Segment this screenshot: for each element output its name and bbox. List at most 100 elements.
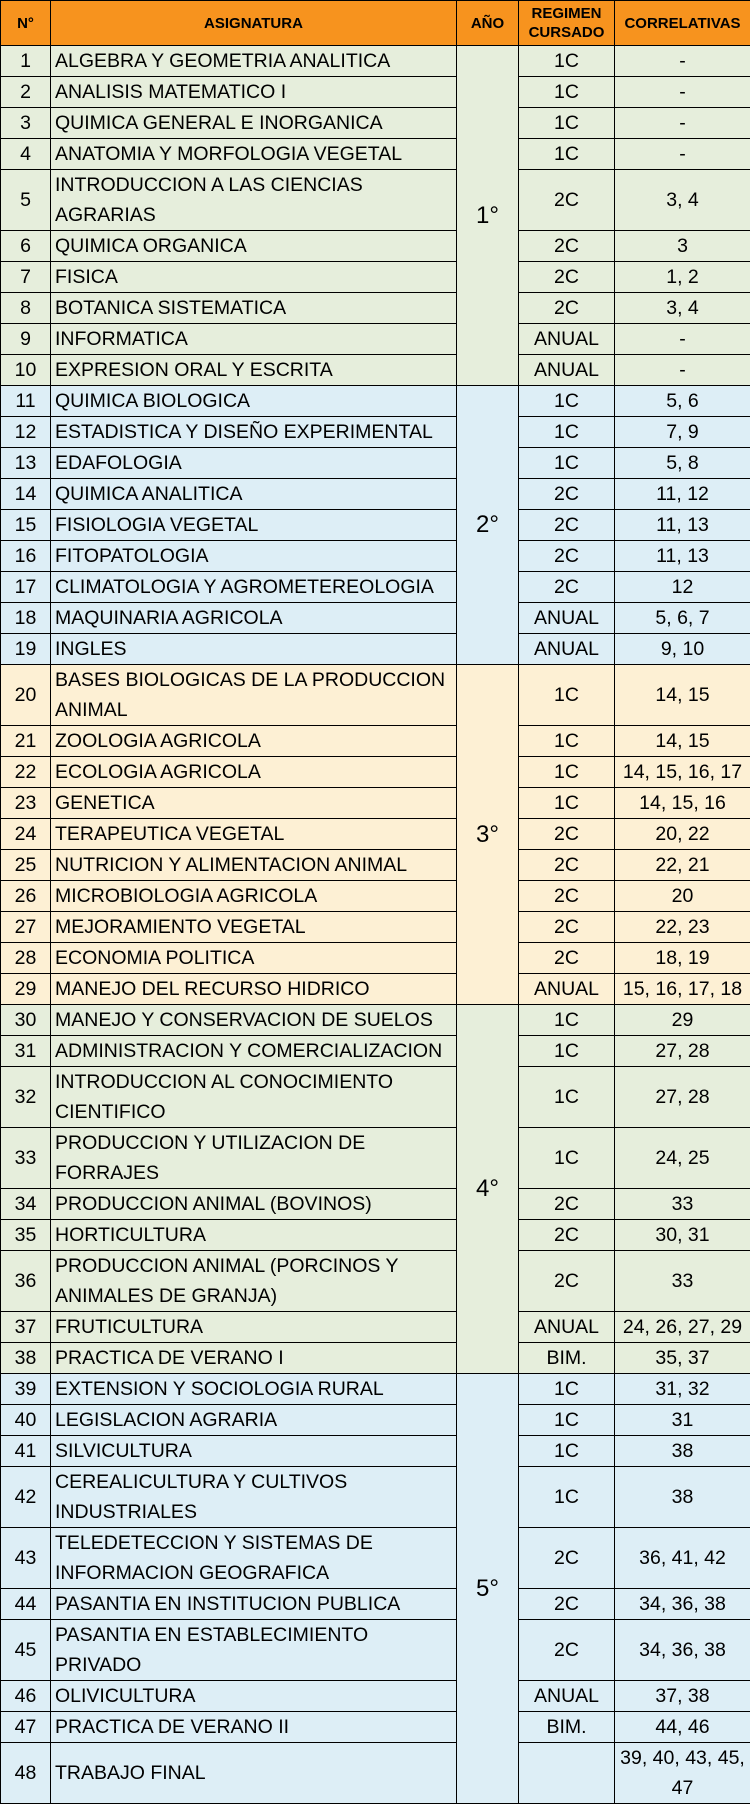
subject-number: 39 <box>1 1374 51 1405</box>
regimen-cursado: 1C <box>519 1067 615 1128</box>
table-row: 3QUIMICA GENERAL E INORGANICA1C- <box>1 108 750 139</box>
subject-number: 9 <box>1 324 51 355</box>
regimen-cursado: 1C <box>519 139 615 170</box>
header-numero: N° <box>1 1 51 46</box>
regimen-cursado: ANUAL <box>519 355 615 386</box>
regimen-cursado: 1C <box>519 1436 615 1467</box>
subject-name: INTRODUCCION AL CONOCIMIENTO CIENTIFICO <box>51 1067 457 1128</box>
correlativas: 38 <box>615 1467 750 1528</box>
subject-number: 34 <box>1 1189 51 1220</box>
table-row: 9INFORMATICAANUAL- <box>1 324 750 355</box>
subject-name: INTRODUCCION A LAS CIENCIAS AGRARIAS <box>51 170 457 231</box>
regimen-cursado: 1C <box>519 417 615 448</box>
correlativas: - <box>615 108 750 139</box>
correlativas: 20, 22 <box>615 819 750 850</box>
table-row: 43TELEDETECCION Y SISTEMAS DE INFORMACIO… <box>1 1528 750 1589</box>
table-row: 27MEJORAMIENTO VEGETAL2C22, 23 <box>1 912 750 943</box>
correlativas: 3 <box>615 231 750 262</box>
regimen-cursado: 2C <box>519 881 615 912</box>
table-row: 29MANEJO DEL RECURSO HIDRICOANUAL15, 16,… <box>1 974 750 1005</box>
subject-number: 30 <box>1 1005 51 1036</box>
table-row: 20BASES BIOLOGICAS DE LA PRODUCCION ANIM… <box>1 665 750 726</box>
regimen-cursado: 2C <box>519 1620 615 1681</box>
subject-number: 19 <box>1 634 51 665</box>
correlativas: 44, 46 <box>615 1712 750 1743</box>
subject-number: 11 <box>1 386 51 417</box>
table-row: 37FRUTICULTURAANUAL24, 26, 27, 29 <box>1 1312 750 1343</box>
subject-number: 33 <box>1 1128 51 1189</box>
subject-name: FITOPATOLOGIA <box>51 541 457 572</box>
subject-number: 22 <box>1 757 51 788</box>
table-row: 40LEGISLACION AGRARIA1C31 <box>1 1405 750 1436</box>
correlativas: - <box>615 324 750 355</box>
subject-name: INGLES <box>51 634 457 665</box>
table-row: 12ESTADISTICA Y DISEÑO EXPERIMENTAL1C7, … <box>1 417 750 448</box>
subject-name: PRACTICA DE VERANO I <box>51 1343 457 1374</box>
subject-number: 26 <box>1 881 51 912</box>
table-row: 5INTRODUCCION A LAS CIENCIAS AGRARIAS2C3… <box>1 170 750 231</box>
table-row: 1ALGEBRA Y GEOMETRIA ANALITICA1°1C- <box>1 46 750 77</box>
subject-number: 14 <box>1 479 51 510</box>
correlativas: 22, 21 <box>615 850 750 881</box>
regimen-cursado: BIM. <box>519 1343 615 1374</box>
subject-name: PRODUCCION ANIMAL (BOVINOS) <box>51 1189 457 1220</box>
subject-name: MANEJO DEL RECURSO HIDRICO <box>51 974 457 1005</box>
subject-number: 10 <box>1 355 51 386</box>
subject-number: 13 <box>1 448 51 479</box>
correlativas: 9, 10 <box>615 634 750 665</box>
regimen-cursado: 1C <box>519 1405 615 1436</box>
table-row: 24TERAPEUTICA VEGETAL2C20, 22 <box>1 819 750 850</box>
correlativas: 36, 41, 42 <box>615 1528 750 1589</box>
regimen-cursado: 2C <box>519 1589 615 1620</box>
subject-name: QUIMICA ORGANICA <box>51 231 457 262</box>
subject-name: GENETICA <box>51 788 457 819</box>
subject-number: 1 <box>1 46 51 77</box>
subject-number: 42 <box>1 1467 51 1528</box>
subject-name: ESTADISTICA Y DISEÑO EXPERIMENTAL <box>51 417 457 448</box>
subject-number: 5 <box>1 170 51 231</box>
correlativas: 22, 23 <box>615 912 750 943</box>
table-row: 8BOTANICA SISTEMATICA2C3, 4 <box>1 293 750 324</box>
regimen-cursado: 1C <box>519 757 615 788</box>
regimen-cursado <box>519 1743 615 1804</box>
correlativas: 15, 16, 17, 18 <box>615 974 750 1005</box>
subject-name: LEGISLACION AGRARIA <box>51 1405 457 1436</box>
table-row: 42CEREALICULTURA Y CULTIVOS INDUSTRIALES… <box>1 1467 750 1528</box>
regimen-cursado: 2C <box>519 510 615 541</box>
table-row: 10EXPRESION ORAL Y ESCRITAANUAL- <box>1 355 750 386</box>
subject-name: QUIMICA ANALITICA <box>51 479 457 510</box>
regimen-cursado: 1C <box>519 1005 615 1036</box>
subject-name: ZOOLOGIA AGRICOLA <box>51 726 457 757</box>
regimen-cursado: 2C <box>519 541 615 572</box>
subject-number: 12 <box>1 417 51 448</box>
correlativas: 3, 4 <box>615 170 750 231</box>
header-regimen: REGIMEN CURSADO <box>519 1 615 46</box>
subject-name: NUTRICION Y ALIMENTACION ANIMAL <box>51 850 457 881</box>
regimen-cursado: 1C <box>519 386 615 417</box>
correlativas: 11, 13 <box>615 541 750 572</box>
regimen-cursado: 1C <box>519 726 615 757</box>
correlativas: - <box>615 77 750 108</box>
subject-number: 36 <box>1 1251 51 1312</box>
regimen-cursado: 1C <box>519 1467 615 1528</box>
correlativas: 34, 36, 38 <box>615 1589 750 1620</box>
subject-number: 25 <box>1 850 51 881</box>
correlativas: 5, 6 <box>615 386 750 417</box>
subject-number: 18 <box>1 603 51 634</box>
subject-name: HORTICULTURA <box>51 1220 457 1251</box>
table-row: 47PRACTICA DE VERANO IIBIM.44, 46 <box>1 1712 750 1743</box>
subject-number: 2 <box>1 77 51 108</box>
subject-name: EDAFOLOGIA <box>51 448 457 479</box>
subject-name: BASES BIOLOGICAS DE LA PRODUCCION ANIMAL <box>51 665 457 726</box>
regimen-cursado: 2C <box>519 479 615 510</box>
subject-number: 47 <box>1 1712 51 1743</box>
correlativas: 33 <box>615 1189 750 1220</box>
table-row: 44PASANTIA EN INSTITUCION PUBLICA2C34, 3… <box>1 1589 750 1620</box>
table-row: 15FISIOLOGIA VEGETAL2C11, 13 <box>1 510 750 541</box>
correlativas: 39, 40, 43, 45, 47 <box>615 1743 750 1804</box>
regimen-cursado: 1C <box>519 77 615 108</box>
subject-number: 43 <box>1 1528 51 1589</box>
subject-name: PRODUCCION ANIMAL (PORCINOS Y ANIMALES D… <box>51 1251 457 1312</box>
table-row: 36PRODUCCION ANIMAL (PORCINOS Y ANIMALES… <box>1 1251 750 1312</box>
correlativas: 35, 37 <box>615 1343 750 1374</box>
